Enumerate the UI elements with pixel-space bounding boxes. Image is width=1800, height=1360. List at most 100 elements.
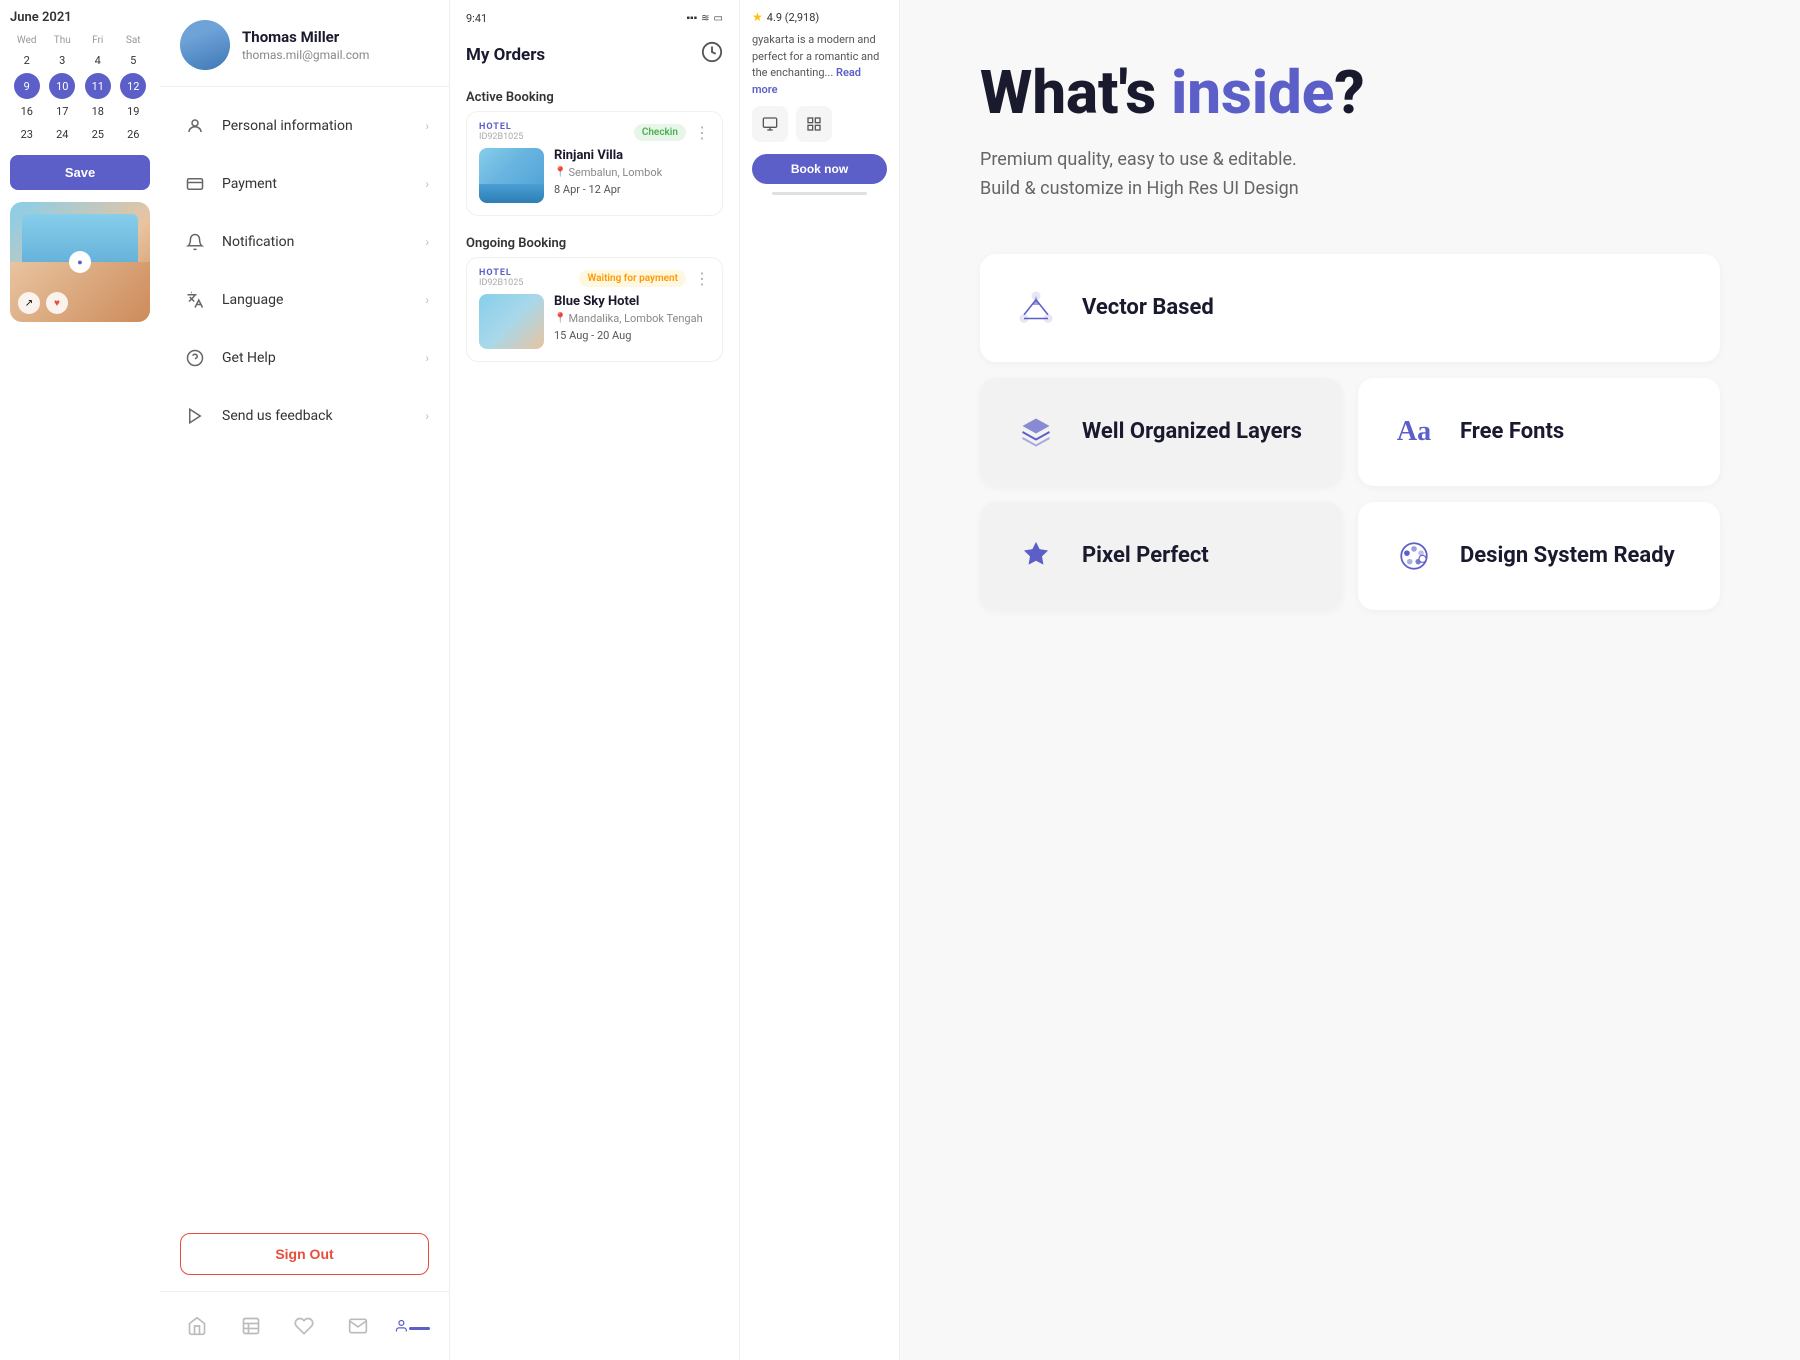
ongoing-booking-header: HOTEL ID92B1025 Waiting for payment ⋮ xyxy=(467,258,722,294)
cal-day-12[interactable]: 12 xyxy=(120,73,146,99)
hotel-image xyxy=(479,294,544,349)
cal-day-10[interactable]: 10 xyxy=(49,73,75,99)
features-grid: Vector Based Well Organized Layers Aa Fr… xyxy=(980,254,1720,610)
hotel-description-panel: ★ 4.9 (2,918) gyakarta is a modern and p… xyxy=(740,0,900,1360)
feedback-icon xyxy=(180,401,210,431)
profile-info: Thomas Miller thomas.mil@gmail.com xyxy=(242,28,369,62)
hotel-action-tv-icon[interactable] xyxy=(752,106,788,142)
profile-menu-panel: Thomas Miller thomas.mil@gmail.com Perso… xyxy=(160,0,450,1360)
bell-icon xyxy=(180,227,210,257)
villa-image xyxy=(479,148,544,203)
calendar-month: June 2021 xyxy=(10,10,150,25)
cal-day-18[interactable]: 18 xyxy=(81,101,115,122)
hotel-background-image: ● ↗ ♥ xyxy=(10,202,150,322)
fonts-icon: Aa xyxy=(1388,406,1440,458)
active-booking-label: Active Booking xyxy=(450,82,739,111)
active-booking-content: Rinjani Villa 📍 Sembalun, Lombok 8 Apr -… xyxy=(467,148,722,215)
menu-label-personal-info: Personal information xyxy=(222,118,425,134)
cal-day-2[interactable]: 2 xyxy=(10,50,44,71)
hotel-map-dot: ● xyxy=(69,251,91,273)
chevron-right-icon-6: › xyxy=(425,409,429,423)
feature-label-vector-based: Vector Based xyxy=(1082,295,1214,320)
nav-home-icon[interactable] xyxy=(179,1308,215,1344)
ongoing-hotel-id: ID92B1025 xyxy=(479,278,523,288)
ongoing-hotel-label: HOTEL xyxy=(479,268,523,278)
cal-day-4[interactable]: 4 xyxy=(81,50,115,71)
heading-colored: inside xyxy=(1171,57,1334,128)
chevron-right-icon-4: › xyxy=(425,293,429,307)
feature-label-layers: Well Organized Layers xyxy=(1082,419,1302,444)
heading-part1: What's xyxy=(980,57,1171,128)
cal-label-wed: Wed xyxy=(10,33,44,48)
cal-label-fri: Fri xyxy=(81,33,115,48)
book-now-button[interactable]: Book now xyxy=(752,154,887,184)
hotel-action-grid-icon[interactable] xyxy=(796,106,832,142)
ongoing-booking-label: Ongoing Booking xyxy=(450,228,739,257)
cal-day-9[interactable]: 9 xyxy=(14,73,40,99)
hotel-heart-icon[interactable]: ♥ xyxy=(46,292,68,314)
active-booking-menu-icon[interactable]: ⋮ xyxy=(694,123,710,142)
active-booking-info: Rinjani Villa 📍 Sembalun, Lombok 8 Apr -… xyxy=(554,148,710,196)
menu-label-send-feedback: Send us feedback xyxy=(222,408,425,424)
nav-profile-icon[interactable] xyxy=(394,1308,430,1344)
cal-day-16[interactable]: 16 xyxy=(10,101,44,122)
ongoing-booking-menu-icon[interactable]: ⋮ xyxy=(694,269,710,288)
cal-day-25[interactable]: 25 xyxy=(81,124,115,145)
cal-day-3[interactable]: 3 xyxy=(46,50,80,71)
active-booking-image xyxy=(479,148,544,203)
feature-label-design-system: Design System Ready xyxy=(1460,543,1675,568)
nav-mail-icon[interactable] xyxy=(340,1308,376,1344)
nav-heart-icon[interactable] xyxy=(286,1308,322,1344)
menu-label-payment: Payment xyxy=(222,176,425,192)
active-booking-location: 📍 Sembalun, Lombok xyxy=(554,166,710,179)
active-booking-name: Rinjani Villa xyxy=(554,148,710,163)
profile-email: thomas.mil@gmail.com xyxy=(242,48,369,62)
hotel-link-icon[interactable]: ↗ xyxy=(18,292,40,314)
active-hotel-label: HOTEL xyxy=(479,122,523,132)
cal-day-23[interactable]: 23 xyxy=(10,124,44,145)
checkin-badge: Checkin xyxy=(634,124,686,141)
menu-item-get-help[interactable]: Get Help › xyxy=(160,329,449,387)
layers-icon xyxy=(1010,406,1062,458)
menu-item-send-feedback[interactable]: Send us feedback › xyxy=(160,387,449,445)
orders-clock-icon[interactable] xyxy=(701,41,723,68)
battery-icon: ▭ xyxy=(714,13,723,24)
menu-item-personal-info[interactable]: Personal information › xyxy=(160,97,449,155)
nav-list-icon[interactable] xyxy=(233,1308,269,1344)
active-booking-header: HOTEL ID92B1025 Checkin ⋮ xyxy=(467,112,722,148)
profile-name: Thomas Miller xyxy=(242,28,369,46)
star-icon xyxy=(1010,530,1062,582)
cal-day-11[interactable]: 11 xyxy=(85,73,111,99)
star-icon: ★ xyxy=(752,10,763,24)
translate-icon xyxy=(180,285,210,315)
cal-day-26[interactable]: 26 xyxy=(117,124,151,145)
feature-card-vector-based: Vector Based xyxy=(980,254,1720,362)
menu-item-language[interactable]: Language › xyxy=(160,271,449,329)
font-aa-text: Aa xyxy=(1397,416,1431,448)
ongoing-hotel-meta: HOTEL ID92B1025 xyxy=(479,268,523,288)
status-bar: 9:41 ▪▪▪ ≋ ▭ xyxy=(450,0,739,33)
chevron-right-icon: › xyxy=(425,119,429,133)
sign-out-button[interactable]: Sign Out xyxy=(180,1233,429,1275)
waiting-badge: Waiting for payment xyxy=(579,270,686,287)
cal-day-5[interactable]: 5 xyxy=(117,50,151,71)
cal-day-19[interactable]: 19 xyxy=(117,101,151,122)
main-content-panel: What's inside? Premium quality, easy to … xyxy=(900,0,1800,1360)
status-time: 9:41 xyxy=(466,12,487,25)
active-booking-dates: 8 Apr - 12 Apr xyxy=(554,183,710,196)
cal-day-24[interactable]: 24 xyxy=(46,124,80,145)
person-icon xyxy=(180,111,210,141)
feature-label-pixel-perfect: Pixel Perfect xyxy=(1082,543,1209,568)
menu-label-notification: Notification xyxy=(222,234,425,250)
hotel-description-text: gyakarta is a modern and perfect for a r… xyxy=(752,32,887,98)
vector-based-icon xyxy=(1010,282,1062,334)
palette-icon xyxy=(1388,530,1440,582)
cal-day-17[interactable]: 17 xyxy=(46,101,80,122)
sub-line-1: Premium quality, easy to use & editable. xyxy=(980,146,1720,175)
rating-row: ★ 4.9 (2,918) xyxy=(752,10,887,24)
menu-item-payment[interactable]: Payment › xyxy=(160,155,449,213)
chevron-right-icon-3: › xyxy=(425,235,429,249)
menu-item-notification[interactable]: Notification › xyxy=(160,213,449,271)
save-button[interactable]: Save xyxy=(10,155,150,190)
orders-panel: 9:41 ▪▪▪ ≋ ▭ My Orders Active Booking HO… xyxy=(450,0,740,1360)
